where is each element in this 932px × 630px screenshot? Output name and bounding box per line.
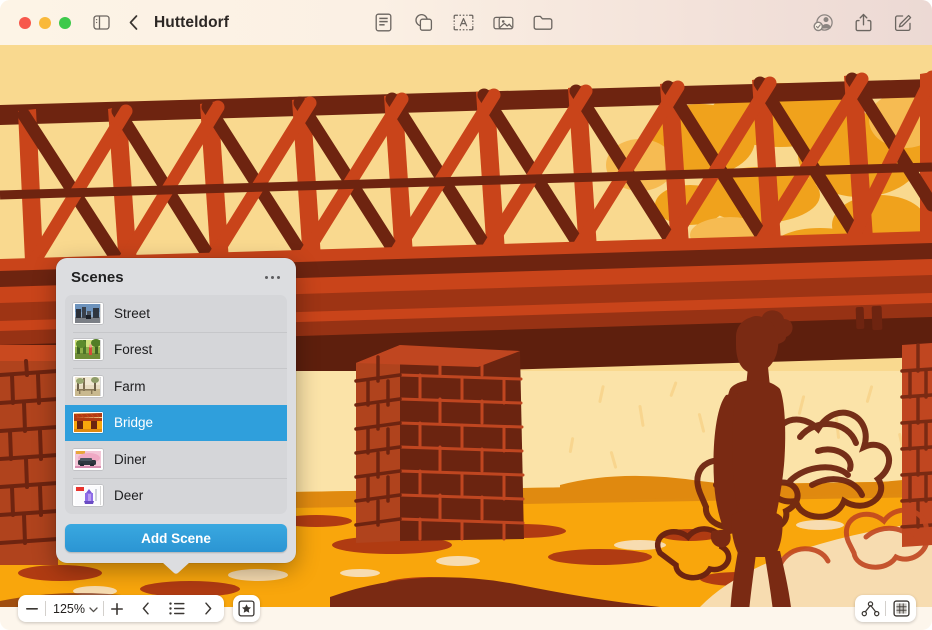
- scenes-popover: Scenes: [56, 258, 296, 563]
- scene-thumbnail-forest: [73, 339, 103, 360]
- list-item[interactable]: Diner: [65, 441, 287, 478]
- row-separator: [73, 405, 287, 406]
- scene-label: Forest: [114, 342, 152, 357]
- zoom-level-value: 125%: [53, 602, 85, 616]
- grid-icon: [893, 600, 910, 617]
- list-item-selected[interactable]: Bridge: [65, 405, 287, 442]
- minimize-button[interactable]: [39, 17, 51, 29]
- folder-icon[interactable]: [528, 9, 558, 37]
- scene-thumbnail-deer: [73, 485, 103, 506]
- zoom-controls: 125%: [18, 595, 131, 622]
- scene-label: Street: [114, 306, 150, 321]
- toolbar-right-group: [808, 0, 918, 45]
- list-item[interactable]: Farm: [65, 368, 287, 405]
- connections-icon: [861, 601, 880, 617]
- row-separator: [73, 441, 287, 442]
- star-in-box-icon: [238, 600, 255, 617]
- more-options-icon[interactable]: [263, 272, 282, 283]
- document-icon[interactable]: [368, 9, 398, 37]
- traffic-lights: [19, 17, 71, 29]
- row-separator: [73, 368, 287, 369]
- app-window: Hutteldorf: [0, 0, 932, 630]
- scene-thumbnail-diner: [73, 449, 103, 470]
- zoom-in-button[interactable]: [104, 595, 131, 622]
- bottom-left-controls: 125%: [18, 595, 224, 622]
- list-item[interactable]: Forest: [65, 332, 287, 369]
- scene-thumbnail-bridge: [73, 412, 103, 433]
- window-titlebar: Hutteldorf: [0, 0, 932, 45]
- bottom-right-controls: [855, 595, 916, 622]
- toolbar-center-group: [368, 0, 558, 45]
- row-separator: [73, 332, 287, 333]
- row-separator: [73, 478, 287, 479]
- share-icon[interactable]: [848, 9, 878, 37]
- zoom-out-button[interactable]: [18, 595, 45, 622]
- scene-label: Deer: [114, 488, 143, 503]
- shapes-icon[interactable]: [408, 9, 438, 37]
- sidebar-toggle-icon[interactable]: [86, 9, 116, 37]
- zoom-level-dropdown[interactable]: 125%: [46, 602, 103, 616]
- popover-title: Scenes: [71, 269, 124, 286]
- text-box-icon[interactable]: [448, 9, 478, 37]
- scene-list[interactable]: Street: [65, 295, 287, 514]
- add-scene-label: Add Scene: [141, 531, 211, 546]
- close-button[interactable]: [19, 17, 31, 29]
- media-icon[interactable]: [488, 9, 518, 37]
- canvas-grid-button[interactable]: [886, 595, 916, 622]
- add-scene-wrapper: Add Scene: [56, 514, 296, 563]
- scene-thumbnail-farm: [73, 376, 103, 397]
- zoom-button[interactable]: [59, 17, 71, 29]
- list-icon: [169, 602, 185, 615]
- collaborate-icon[interactable]: [808, 9, 838, 37]
- add-scene-button[interactable]: Add Scene: [65, 524, 287, 552]
- list-item[interactable]: Deer: [65, 478, 287, 515]
- chevron-down-icon: [89, 607, 98, 613]
- connections-button[interactable]: [855, 595, 885, 622]
- previous-scene-button[interactable]: [131, 595, 162, 622]
- favorite-button[interactable]: [233, 595, 260, 622]
- next-scene-button[interactable]: [193, 595, 224, 622]
- scene-label: Farm: [114, 379, 146, 394]
- scene-label: Diner: [114, 452, 146, 467]
- scene-list-button[interactable]: [162, 595, 193, 622]
- page-title: Hutteldorf: [154, 14, 229, 32]
- list-item[interactable]: Street: [65, 295, 287, 332]
- popover-tail: [162, 562, 190, 574]
- compose-icon[interactable]: [888, 9, 918, 37]
- back-chevron-icon[interactable]: [118, 9, 148, 37]
- scene-label: Bridge: [114, 415, 153, 430]
- scene-thumbnail-street: [73, 303, 103, 324]
- popover-header: Scenes: [56, 258, 296, 295]
